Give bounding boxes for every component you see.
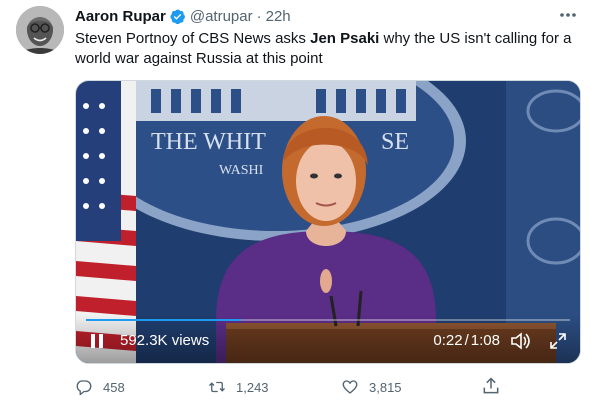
more-icon[interactable] [557,5,579,25]
reply-button[interactable]: 458 [75,378,208,396]
video-progress-fill [86,319,241,321]
like-count: 3,815 [369,379,402,395]
video-time: 0:22/1:08 [433,332,500,349]
author-handle[interactable]: @atrupar [190,8,253,25]
separator-dot: · [256,7,262,25]
avatar[interactable] [16,6,64,54]
heart-icon [342,380,358,394]
reply-icon [76,380,92,396]
reply-count: 458 [103,379,125,395]
video-player[interactable]: THE WHIT SE WASHI 592.3K views 0:22 / 1:… [75,80,581,364]
verified-badge-icon [169,8,186,25]
retweet-button[interactable]: 1,243 [208,378,341,396]
seal-text-1: THE WHIT [151,129,266,155]
video-time-current: 0:22 [433,332,463,349]
tweet-actions: 458 1,243 3,815 [75,376,515,398]
retweet-icon [209,381,225,393]
tweet[interactable]: Aaron Rupar @atrupar · 22h Steven Portno… [0,0,591,405]
volume-icon[interactable] [510,331,532,351]
share-icon[interactable] [481,376,501,396]
pause-icon[interactable] [90,333,104,349]
author-name[interactable]: Aaron Rupar [75,8,166,25]
like-button[interactable]: 3,815 [341,378,474,396]
tweet-text-part: Steven Portnoy of CBS News asks [75,30,311,47]
view-count: 592.3K views [120,332,210,349]
tweet-text-mention: Jen Psaki [310,30,380,47]
video-time-total: 1:08 [470,332,500,349]
tweet-header: Aaron Rupar @atrupar · 22h [75,6,291,26]
fullscreen-icon[interactable] [548,331,568,351]
seal-text-2: WASHI [219,163,264,178]
tweet-text: Steven Portnoy of CBS News asks Jen Psak… [75,29,575,69]
retweet-count: 1,243 [236,379,269,395]
seal-text-1b: SE [381,129,409,155]
video-time-separator: / [464,332,469,349]
tweet-time[interactable]: 22h [266,8,291,25]
video-progress-bar[interactable] [86,319,570,321]
